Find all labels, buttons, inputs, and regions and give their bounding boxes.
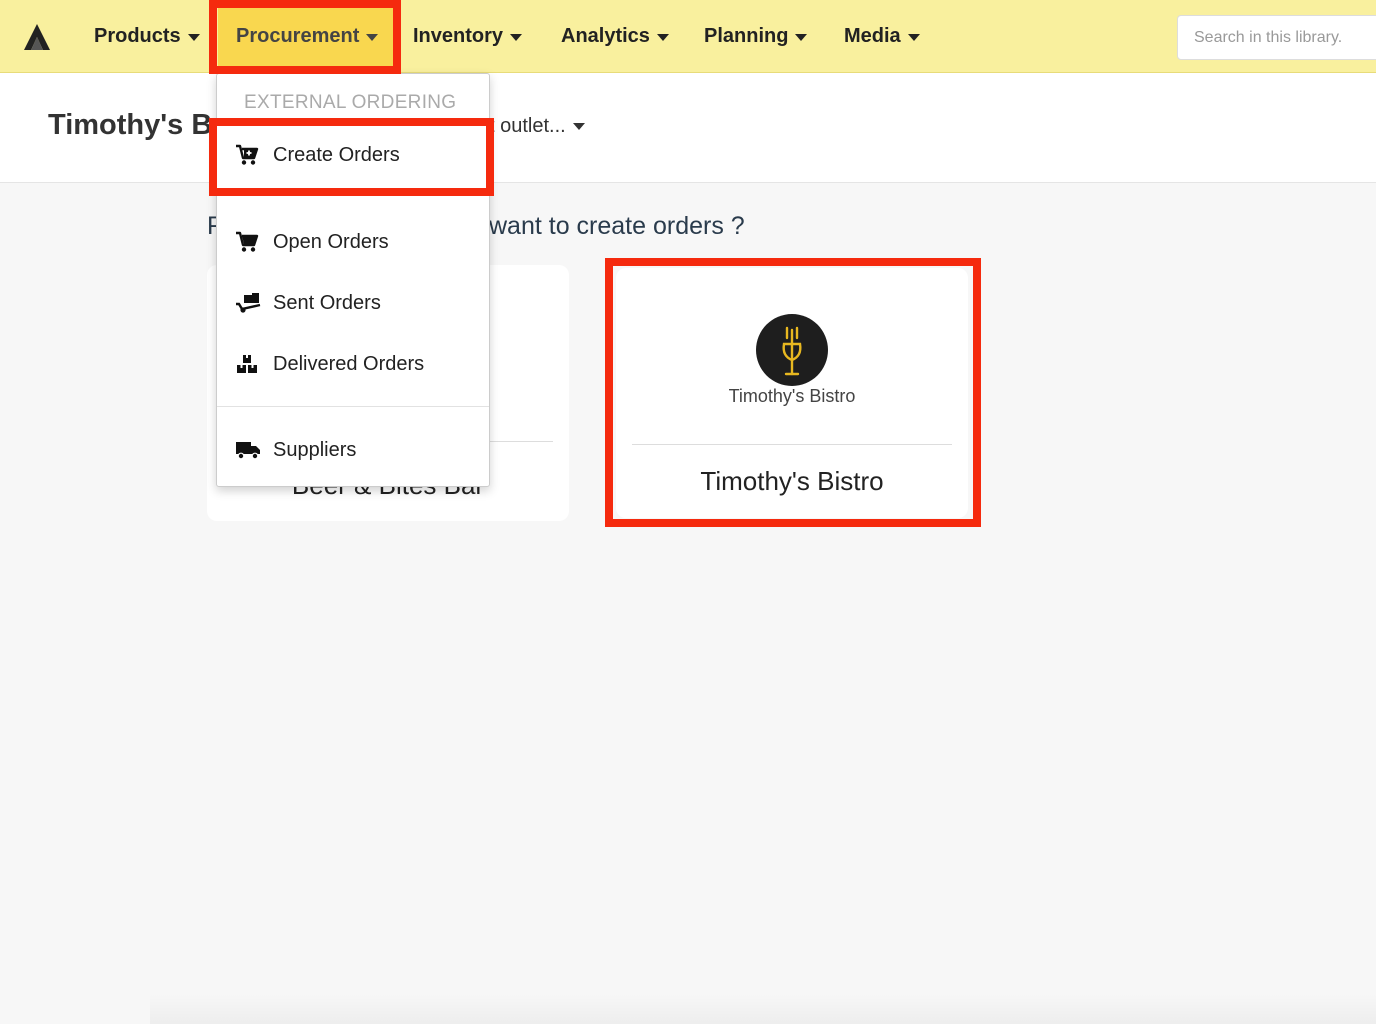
caret-down-icon [795, 34, 808, 41]
fork-glass-logo [756, 314, 828, 386]
nav-analytics[interactable]: Analytics [561, 0, 669, 73]
nav-media[interactable]: Media [844, 0, 920, 73]
truck-icon [235, 439, 263, 461]
boxes-icon [235, 353, 263, 375]
dolly-icon [235, 292, 263, 314]
cart-plus-icon [235, 144, 263, 166]
caret-down-icon [187, 34, 200, 41]
menu-item-label: Suppliers [273, 438, 357, 461]
outlet-selector-label: t outlet... [489, 115, 566, 137]
menu-item-label: Create Orders [273, 143, 400, 166]
menu-item-sent-orders[interactable]: Sent Orders [217, 281, 489, 325]
bottom-shade [150, 994, 1376, 1024]
menu-item-open-orders[interactable]: Open Orders [217, 220, 489, 264]
nav-products-label: Products [94, 25, 181, 47]
dropdown-section-header: EXTERNAL ORDERING [244, 92, 457, 113]
nav-analytics-label: Analytics [561, 25, 650, 47]
caret-down-icon [572, 123, 585, 130]
top-navbar: Products Procurement Inventory Analytics… [0, 0, 1376, 73]
nav-procurement-label: Procurement [236, 25, 360, 47]
brand-logo-text: Timothy's Bistro [728, 386, 856, 406]
outlet-question-visible: want to create orders ? [489, 212, 745, 240]
caret-down-icon [510, 34, 523, 41]
nav-media-label: Media [844, 25, 901, 47]
nav-inventory[interactable]: Inventory [413, 0, 523, 73]
menu-item-label: Delivered Orders [273, 352, 425, 375]
outlet-card-title: Timothy's Bistro [700, 466, 884, 496]
caret-down-icon [366, 34, 379, 41]
caret-down-icon [656, 34, 669, 41]
company-name: Timothy's B [48, 109, 213, 141]
app-logo-icon[interactable] [22, 22, 52, 52]
menu-item-label: Open Orders [273, 230, 389, 253]
page-header: Timothy's B t outlet... [0, 73, 1376, 183]
outlet-card-timothys-bistro[interactable]: Timothy's Bistro Timothy's Bistro [616, 268, 968, 518]
menu-item-create-orders[interactable]: Create Orders [217, 133, 489, 177]
caret-down-icon [907, 34, 920, 41]
library-search-input[interactable] [1177, 15, 1376, 60]
menu-divider [217, 189, 489, 190]
nav-planning-label: Planning [704, 25, 789, 47]
nav-planning[interactable]: Planning [704, 0, 808, 73]
card-divider [632, 444, 952, 445]
menu-item-label: Sent Orders [273, 291, 381, 314]
nav-inventory-label: Inventory [413, 25, 504, 47]
nav-products[interactable]: Products [94, 0, 200, 73]
menu-divider [217, 406, 489, 407]
procurement-dropdown-menu: EXTERNAL ORDERING Create Orders Open Ord… [216, 73, 490, 487]
nav-procurement[interactable]: Procurement [218, 0, 397, 73]
menu-item-suppliers[interactable]: Suppliers [217, 428, 489, 472]
menu-item-delivered-orders[interactable]: Delivered Orders [217, 342, 489, 386]
outlet-selector[interactable]: t outlet... [489, 115, 585, 138]
cart-icon [235, 231, 263, 253]
